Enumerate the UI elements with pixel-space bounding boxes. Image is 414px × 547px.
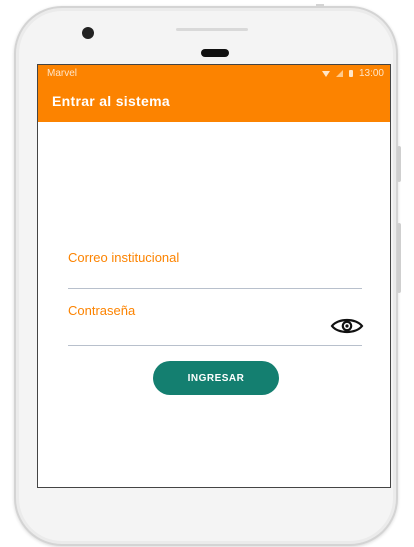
status-bar: Marvel 13:00 <box>38 65 390 83</box>
password-input[interactable] <box>68 319 328 339</box>
app-bar: Marvel 13:00 Entrar al sistema <box>38 65 390 122</box>
email-field[interactable]: Correo institucional <box>68 250 362 290</box>
status-icons: 13:00 <box>321 68 384 79</box>
wifi-icon <box>321 70 330 77</box>
earpiece <box>201 49 229 57</box>
front-camera <box>82 27 94 39</box>
login-button[interactable]: INGRESAR <box>153 361 279 395</box>
signal-icon <box>335 70 343 77</box>
status-clock: 13:00 <box>358 68 384 79</box>
page-title: Entrar al sistema <box>52 93 170 109</box>
power-button <box>397 146 401 182</box>
battery-icon <box>348 70 353 77</box>
volume-button <box>397 223 401 293</box>
password-field[interactable]: Contraseña <box>68 303 364 348</box>
phone-top-mark <box>316 4 324 8</box>
eye-icon[interactable] <box>330 317 364 335</box>
password-underline <box>68 345 362 346</box>
email-label: Correo institucional <box>68 250 180 265</box>
password-label: Contraseña <box>68 303 136 318</box>
email-input[interactable] <box>68 266 328 286</box>
top-speaker-grille <box>176 28 248 31</box>
email-underline <box>68 288 362 289</box>
carrier-name: Marvel <box>47 68 78 79</box>
app-screen: Marvel 13:00 Entrar al sistema Correo in… <box>37 64 391 488</box>
